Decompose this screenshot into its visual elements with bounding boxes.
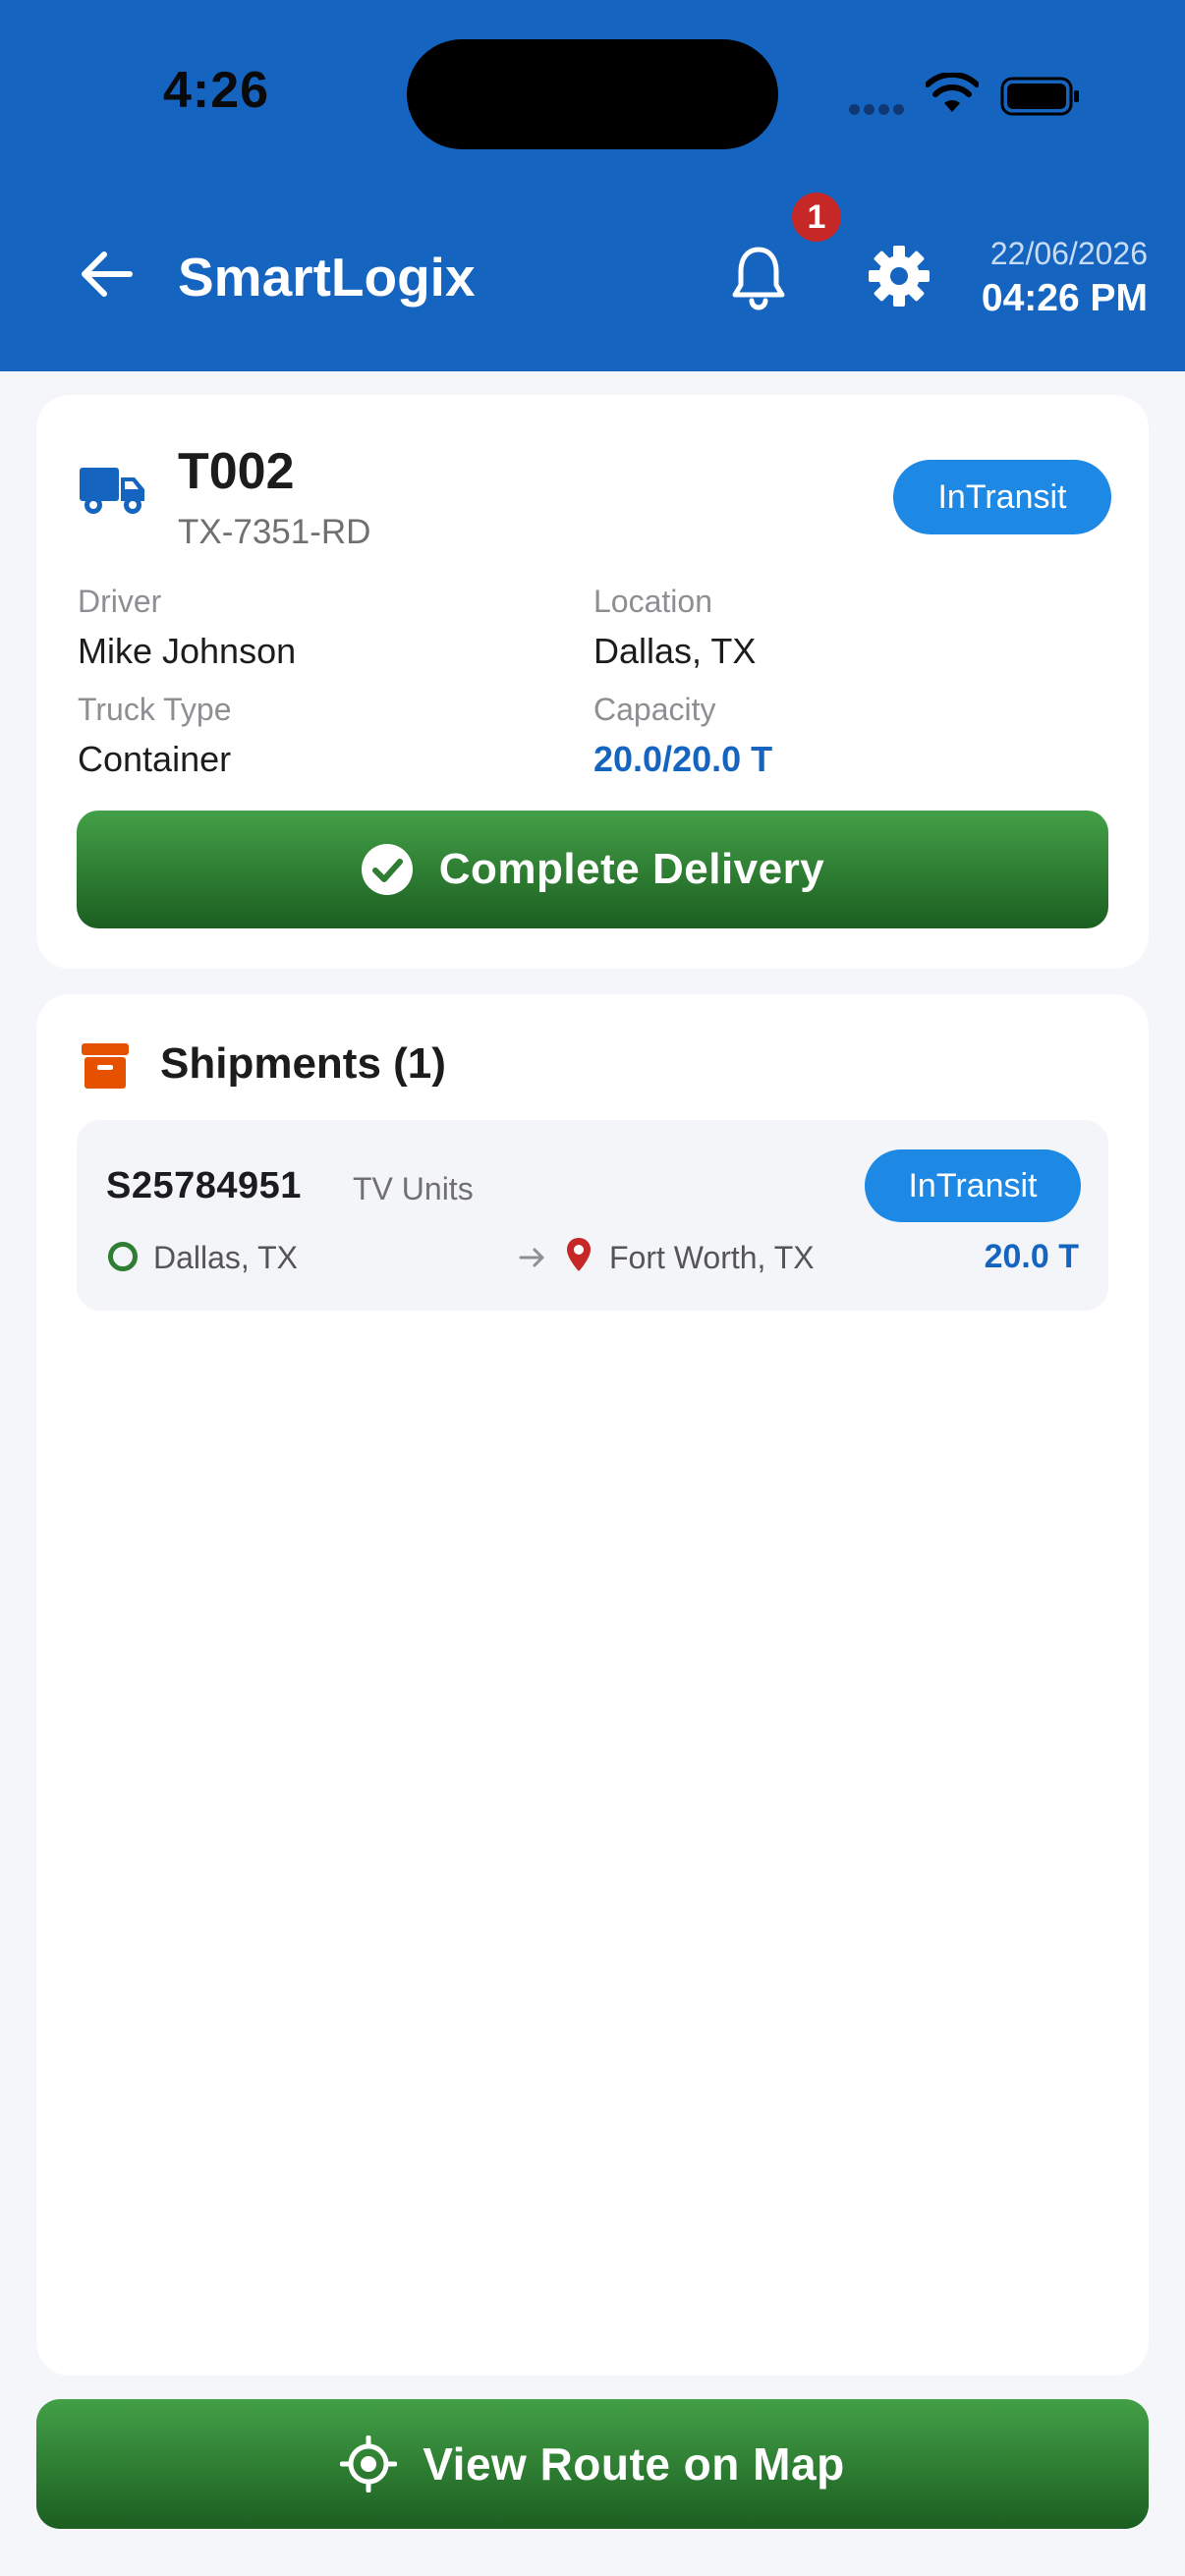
truck-status-badge: InTransit — [893, 460, 1111, 534]
check-circle-icon — [361, 844, 413, 895]
app-title: SmartLogix — [178, 247, 476, 308]
complete-delivery-label: Complete Delivery — [438, 845, 825, 893]
shipment-id: S25784951 — [106, 1165, 302, 1206]
truck-type-value: Container — [78, 739, 232, 779]
app-header: 4:26 SmartLogix 1 22/06/2026 04:26 PM — [0, 0, 1185, 371]
view-route-map-button[interactable]: View Route on Map — [36, 2399, 1149, 2529]
wifi-icon — [926, 73, 979, 112]
driver-value: Mike Johnson — [78, 631, 297, 671]
gear-icon[interactable] — [867, 244, 931, 308]
archive-box-icon — [82, 1043, 129, 1089]
shipment-status-badge: InTransit — [865, 1149, 1081, 1222]
battery-icon — [1000, 77, 1079, 116]
dynamic-island — [407, 39, 778, 149]
shipments-title: Shipments (1) — [160, 1039, 446, 1088]
location-pin-icon — [567, 1238, 591, 1271]
shipment-origin: Dallas, TX — [153, 1240, 299, 1275]
truck-plate: TX-7351-RD — [178, 513, 371, 551]
truck-card: T002 TX-7351-RD InTransit Driver Mike Jo… — [36, 395, 1149, 969]
truck-type-label: Truck Type — [78, 692, 232, 727]
arrow-right-icon — [519, 1248, 544, 1267]
capacity-label: Capacity — [593, 692, 716, 727]
capacity-value: 20.0/20.0 T — [593, 739, 773, 779]
shipment-description: TV Units — [353, 1171, 474, 1206]
status-bar-time: 4:26 — [163, 62, 270, 119]
shipment-destination: Fort Worth, TX — [609, 1240, 815, 1275]
view-route-label: View Route on Map — [423, 2438, 845, 2490]
shipment-list-item[interactable]: S25784951 TV Units InTransit Dallas, TX … — [77, 1120, 1108, 1311]
origin-circle-icon — [108, 1242, 138, 1271]
back-arrow-icon[interactable] — [73, 240, 141, 308]
cellular-signal-icon — [849, 102, 908, 116]
header-clock: 04:26 PM — [981, 277, 1148, 319]
driver-label: Driver — [78, 584, 162, 619]
truck-icon — [80, 468, 144, 514]
location-value: Dallas, TX — [593, 631, 757, 671]
location-label: Location — [593, 584, 712, 619]
shipment-weight: 20.0 T — [984, 1238, 1079, 1275]
shipments-card: Shipments (1) S25784951 TV Units InTrans… — [36, 994, 1149, 2376]
complete-delivery-button[interactable]: Complete Delivery — [77, 811, 1108, 928]
crosshair-icon — [340, 2436, 398, 2492]
notification-badge: 1 — [792, 193, 841, 242]
truck-id: T002 — [178, 443, 295, 500]
bell-icon[interactable] — [727, 244, 790, 310]
header-date: 22/06/2026 — [989, 236, 1148, 271]
